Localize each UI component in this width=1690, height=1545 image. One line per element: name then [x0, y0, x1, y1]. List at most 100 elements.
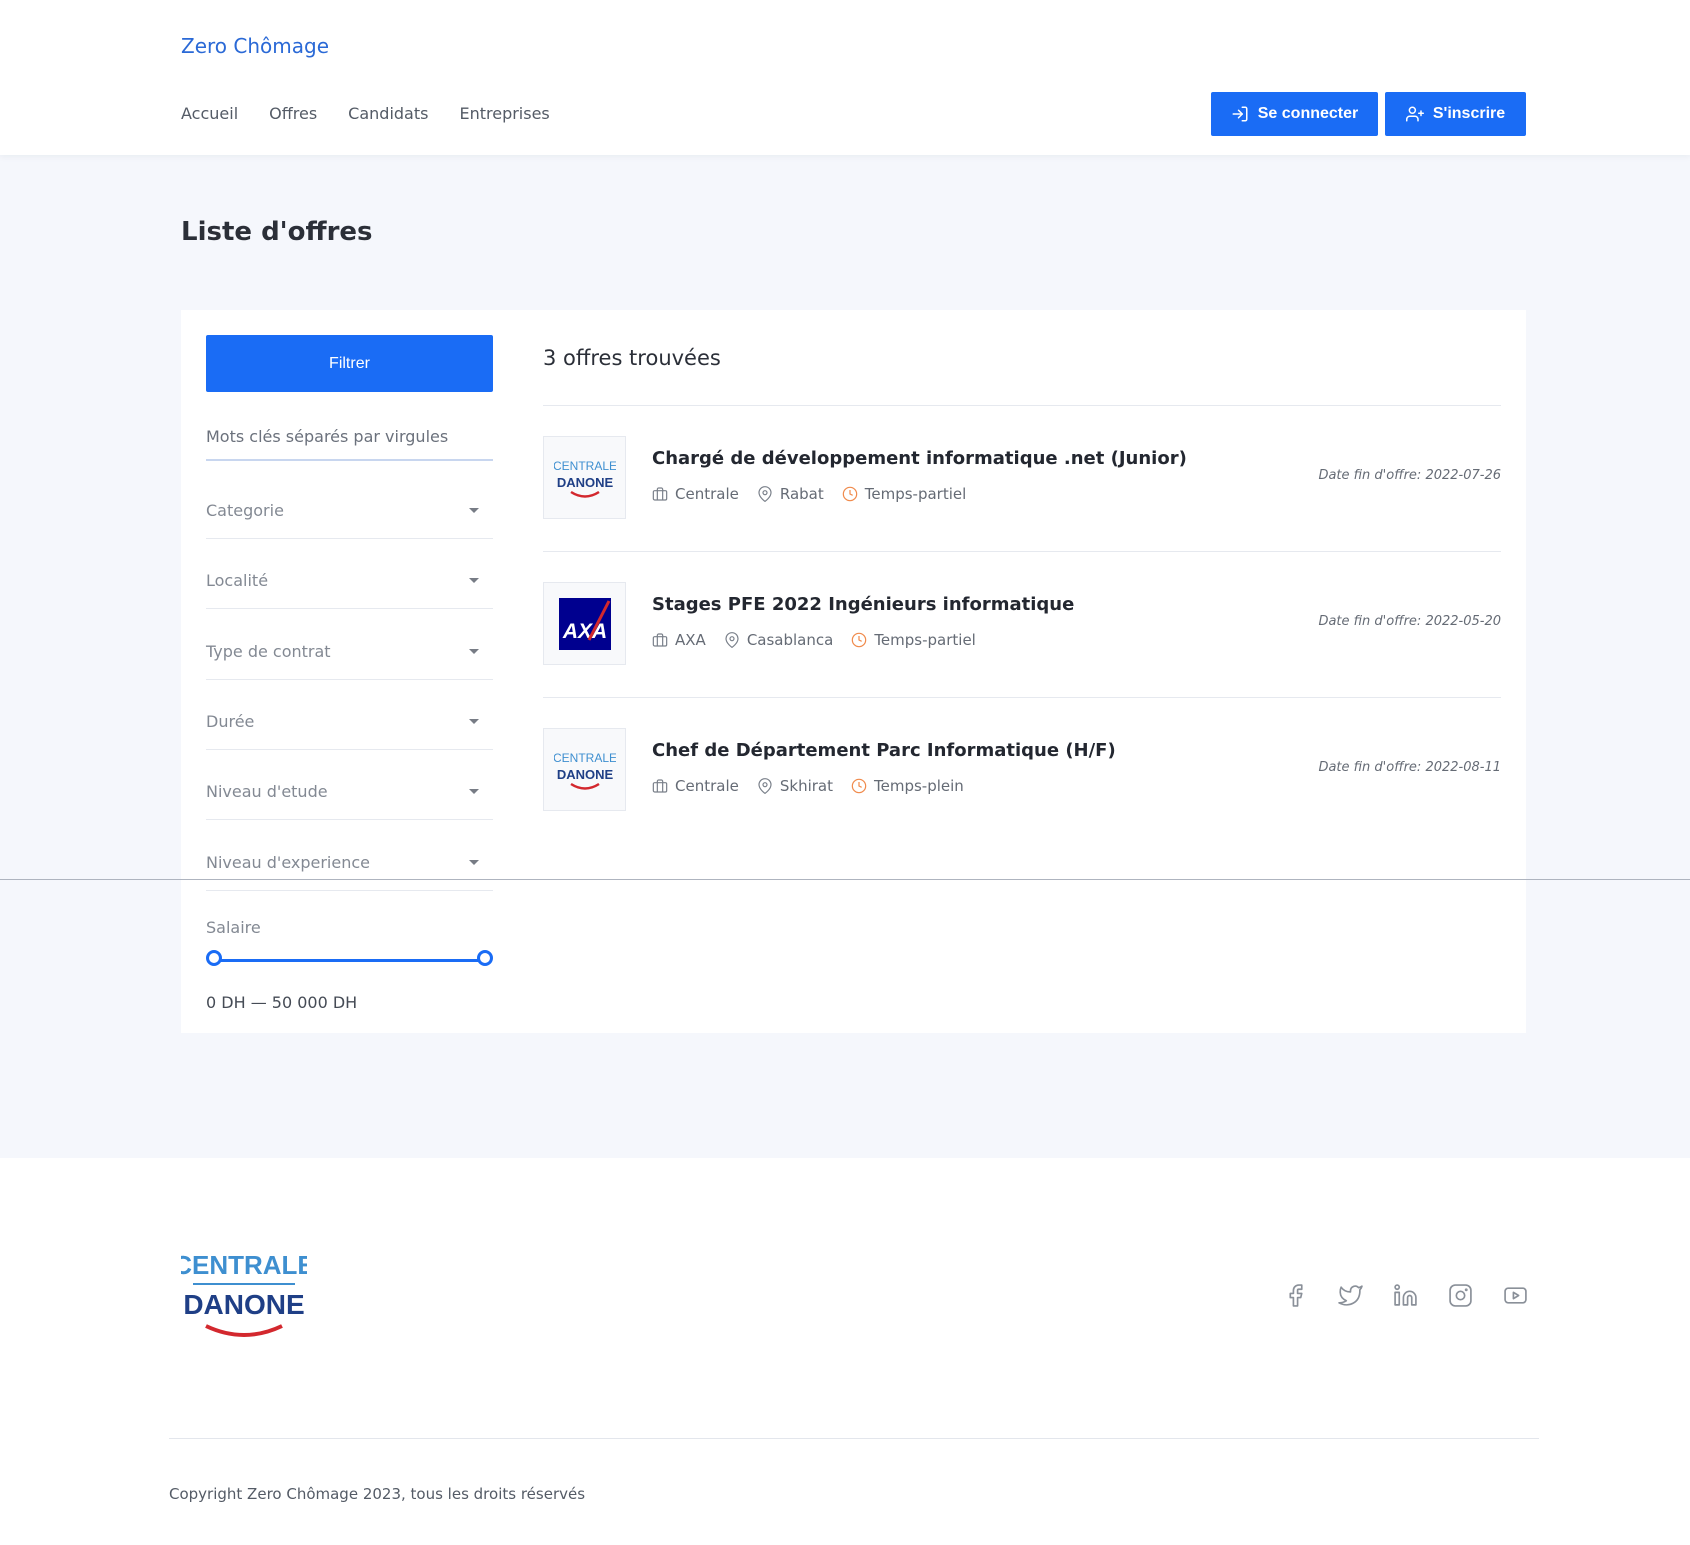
education-level-select-label: Niveau d'etude	[206, 782, 328, 801]
education-level-select[interactable]: Niveau d'etude	[206, 764, 493, 820]
results-count: 3 offres trouvées	[543, 346, 721, 370]
job-location: Skhirat	[757, 777, 833, 795]
copyright-text: Copyright Zero Chômage 2023, tous les dr…	[169, 1485, 586, 1503]
instagram-icon[interactable]	[1448, 1283, 1473, 1308]
job-card[interactable]: AXA Stages PFE 2022 Ingénieurs informati…	[543, 551, 1501, 697]
youtube-icon[interactable]	[1503, 1283, 1528, 1308]
briefcase-icon	[652, 487, 668, 501]
nav-entreprises[interactable]: Entreprises	[459, 104, 549, 123]
horizontal-divider	[0, 879, 1690, 880]
category-select-label: Categorie	[206, 501, 284, 520]
experience-level-select-label: Niveau d'experience	[206, 853, 370, 872]
contract-type-select-label: Type de contrat	[206, 642, 331, 661]
job-title[interactable]: Stages PFE 2022 Ingénieurs informatique	[652, 594, 1074, 615]
results-panel: 3 offres trouvées CENTRALE DANONE Chargé…	[518, 310, 1526, 1033]
job-meta: AXA Casablanca Temps-partiel	[652, 631, 976, 649]
job-location-name: Skhirat	[779, 777, 833, 795]
register-label: S'inscrire	[1432, 105, 1506, 122]
footer-logo-centrale-text: CENTRALE	[181, 1250, 307, 1280]
job-end-date: Date fin d'offre: 2022-07-26	[1318, 468, 1501, 483]
experience-level-select[interactable]: Niveau d'experience	[206, 835, 493, 891]
job-company: AXA	[652, 631, 706, 649]
location-select[interactable]: Localité	[206, 553, 493, 609]
job-company-name: AXA	[675, 631, 706, 649]
job-company: Centrale	[652, 777, 739, 795]
job-contract-type-name: Temps-plein	[873, 777, 964, 795]
job-contract-type: Temps-partiel	[851, 631, 976, 649]
site-footer: CENTRALE DANONE Copyright Zero Chômage 2…	[0, 1158, 1690, 1545]
job-title[interactable]: Chargé de développement informatique .ne…	[652, 448, 1187, 469]
logo-centrale-text: CENTRALE	[554, 459, 616, 473]
clock-icon	[852, 632, 867, 648]
logo-danone-text: DANONE	[556, 475, 613, 490]
caret-down-icon	[469, 649, 479, 654]
job-end-date: Date fin d'offre: 2022-05-20	[1318, 614, 1501, 629]
nav-candidats[interactable]: Candidats	[348, 104, 428, 123]
register-button[interactable]: S'inscrire	[1385, 92, 1526, 136]
contract-type-select[interactable]: Type de contrat	[206, 624, 493, 680]
duration-select[interactable]: Durée	[206, 694, 493, 750]
job-company-name: Centrale	[675, 777, 739, 795]
job-card[interactable]: CENTRALE DANONE Chef de Département Parc…	[543, 697, 1501, 843]
job-location-name: Casablanca	[746, 631, 834, 649]
job-card[interactable]: CENTRALE DANONE Chargé de développement …	[543, 405, 1501, 551]
salary-range-track[interactable]	[214, 959, 484, 962]
clock-icon	[851, 778, 867, 794]
login-button[interactable]: Se connecter	[1211, 92, 1378, 136]
job-meta: Centrale Skhirat Temps-plein	[652, 777, 964, 795]
main-content: Liste d'offres Filtrer Categorie Localit…	[0, 155, 1690, 1158]
duration-select-label: Durée	[206, 712, 255, 731]
map-pin-icon	[758, 486, 772, 502]
nav-offres[interactable]: Offres	[269, 104, 317, 123]
caret-down-icon	[469, 719, 479, 724]
salary-label: Salaire	[206, 918, 261, 937]
job-location: Casablanca	[724, 631, 834, 649]
brand-link[interactable]: Zero Chômage	[181, 34, 329, 58]
job-title[interactable]: Chef de Département Parc Informatique (H…	[652, 740, 1116, 761]
job-location: Rabat	[757, 485, 824, 503]
logo-danone-text: DANONE	[556, 767, 613, 782]
footer-logo-danone-text: DANONE	[183, 1289, 304, 1320]
job-location-name: Rabat	[779, 485, 824, 503]
job-contract-type-name: Temps-partiel	[874, 631, 976, 649]
briefcase-icon	[652, 779, 668, 793]
centrale-danone-logo: CENTRALE DANONE	[543, 436, 626, 519]
job-end-date: Date fin d'offre: 2022-08-11	[1318, 760, 1501, 775]
job-meta: Centrale Rabat Temps-partiel	[652, 485, 966, 503]
axa-logo: AXA	[543, 582, 626, 665]
keywords-input[interactable]	[206, 414, 493, 461]
nav-accueil[interactable]: Accueil	[181, 104, 238, 123]
map-pin-icon	[758, 778, 772, 794]
filter-panel: Filtrer Categorie Localité Type de contr…	[181, 310, 518, 1033]
caret-down-icon	[469, 578, 479, 583]
axa-logo-text: AXA	[561, 620, 606, 643]
job-contract-type: Temps-plein	[851, 777, 964, 795]
salary-range-value: 0 DH — 50 000 DH	[206, 993, 358, 1012]
caret-down-icon	[469, 860, 479, 865]
filter-button[interactable]: Filtrer	[206, 335, 493, 392]
category-select[interactable]: Categorie	[206, 483, 493, 539]
map-pin-icon	[725, 632, 739, 648]
job-contract-type: Temps-partiel	[842, 485, 967, 503]
logo-centrale-text: CENTRALE	[554, 751, 616, 765]
job-company-name: Centrale	[675, 485, 739, 503]
clock-icon	[842, 486, 858, 502]
salary-max-handle[interactable]	[477, 950, 493, 966]
caret-down-icon	[469, 508, 479, 513]
centrale-danone-footer-logo: CENTRALE DANONE	[173, 1246, 315, 1346]
caret-down-icon	[469, 789, 479, 794]
location-select-label: Localité	[206, 571, 269, 590]
site-header: Zero Chômage Accueil Offres Candidats En…	[0, 0, 1690, 155]
twitter-icon[interactable]	[1338, 1283, 1363, 1308]
footer-divider	[169, 1438, 1539, 1439]
main-nav: Accueil Offres Candidats Entreprises	[181, 104, 550, 123]
facebook-icon[interactable]	[1283, 1283, 1308, 1308]
linkedin-icon[interactable]	[1393, 1283, 1418, 1308]
social-links	[1283, 1283, 1528, 1308]
sign-in-icon	[1232, 106, 1248, 122]
centrale-danone-logo: CENTRALE DANONE	[543, 728, 626, 811]
job-contract-type-name: Temps-partiel	[864, 485, 967, 503]
job-company: Centrale	[652, 485, 739, 503]
salary-min-handle[interactable]	[206, 950, 222, 966]
briefcase-icon	[652, 633, 668, 647]
